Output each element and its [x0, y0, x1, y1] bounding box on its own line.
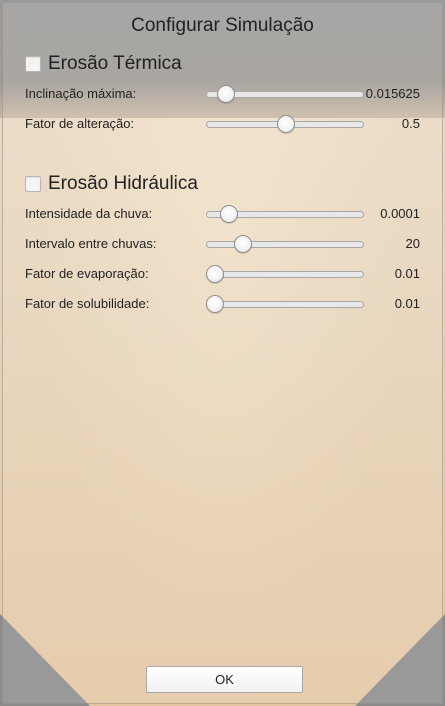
- ok-button[interactable]: OK: [146, 666, 303, 693]
- slider-thumb[interactable]: [216, 85, 235, 103]
- hydraulic-erosion-toggle[interactable]: Erosão Hidráulica: [25, 173, 198, 195]
- solubility-factor-label: Fator de solubilidade:: [25, 296, 150, 311]
- max-inclination-slider[interactable]: [206, 85, 364, 103]
- slider-track: [206, 301, 364, 308]
- slider-thumb[interactable]: [277, 115, 295, 133]
- thermal-erosion-toggle[interactable]: Erosão Térmica: [25, 53, 182, 75]
- rain-intensity-label: Intensidade da chuva:: [25, 206, 153, 221]
- config-dialog: Configurar Simulação Erosão Térmica Incl…: [2, 2, 443, 704]
- solubility-factor-value: 0.01: [394, 296, 420, 311]
- max-inclination-value: 0.015625: [365, 86, 420, 101]
- hydraulic-erosion-checkbox[interactable]: [25, 176, 41, 192]
- change-factor-value: 0.5: [401, 116, 420, 131]
- rain-intensity-slider[interactable]: [206, 205, 364, 223]
- evaporation-factor-value: 0.01: [394, 266, 420, 281]
- slider-track: [206, 271, 364, 278]
- slider-track: [206, 241, 364, 248]
- row-evaporation-factor: Fator de evaporação: 0.01: [25, 264, 420, 284]
- change-factor-label: Fator de alteração:: [25, 116, 135, 131]
- rain-interval-slider[interactable]: [206, 235, 364, 253]
- row-rain-interval: Intervalo entre chuvas: 20: [25, 234, 420, 254]
- change-factor-slider[interactable]: [206, 115, 364, 133]
- max-inclination-label: Inclinação máxima:: [25, 86, 137, 101]
- thermal-erosion-label: Erosão Térmica: [48, 53, 182, 74]
- slider-thumb[interactable]: [205, 265, 224, 283]
- rain-interval-value: 20: [405, 236, 420, 251]
- row-rain-intensity: Intensidade da chuva: 0.0001: [25, 204, 420, 224]
- slider-thumb[interactable]: [234, 235, 253, 253]
- thermal-erosion-checkbox[interactable]: [25, 56, 41, 72]
- rain-interval-label: Intervalo entre chuvas:: [25, 236, 157, 251]
- slider-thumb[interactable]: [205, 295, 224, 313]
- dialog-title: Configurar Simulação: [131, 15, 314, 36]
- row-max-inclination: Inclinação máxima: 0.015625: [25, 84, 420, 104]
- evaporation-factor-slider[interactable]: [205, 265, 364, 283]
- row-solubility-factor: Fator de solubilidade: 0.01: [25, 294, 420, 314]
- row-change-factor: Fator de alteração: 0.5: [25, 114, 420, 134]
- solubility-factor-slider[interactable]: [205, 295, 364, 313]
- evaporation-factor-label: Fator de evaporação:: [25, 266, 149, 281]
- slider-thumb[interactable]: [220, 205, 239, 223]
- rain-intensity-value: 0.0001: [380, 206, 420, 221]
- hydraulic-erosion-label: Erosão Hidráulica: [48, 173, 198, 194]
